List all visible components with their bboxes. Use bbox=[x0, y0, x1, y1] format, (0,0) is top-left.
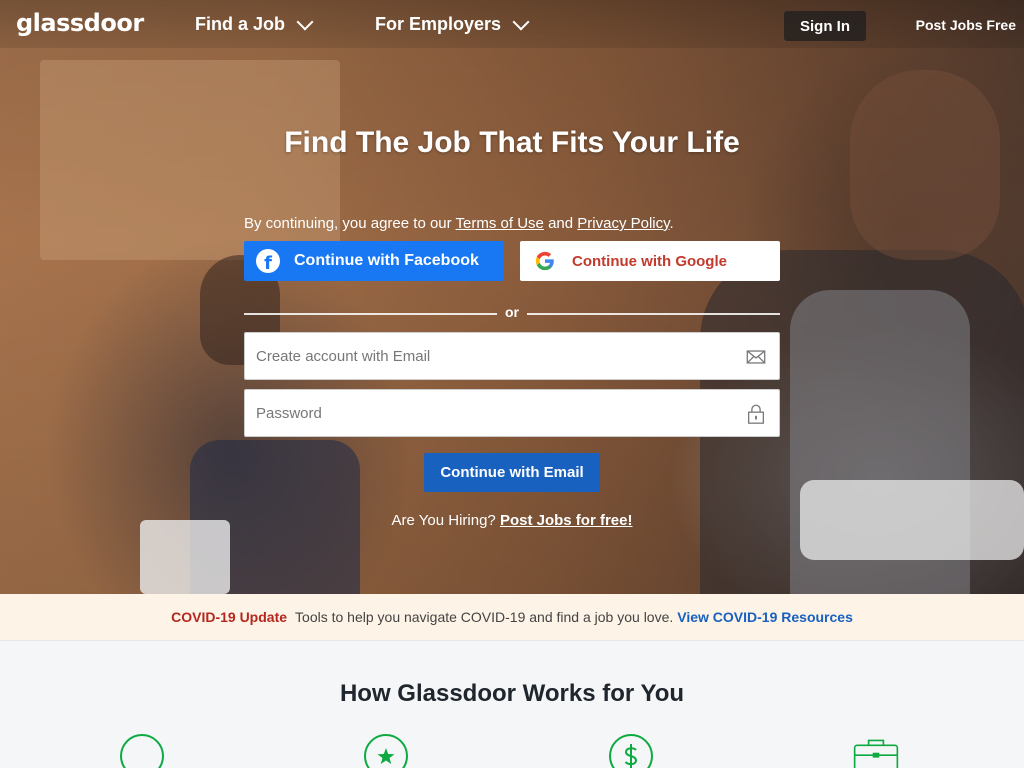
email-field[interactable] bbox=[245, 347, 725, 365]
top-navigation: glassdoor Find a Job For Employers Sign … bbox=[0, 0, 1024, 48]
terms-of-use-link[interactable]: Terms of Use bbox=[456, 215, 544, 232]
nav-for-employers[interactable]: For Employers bbox=[375, 13, 530, 35]
divider-line-right bbox=[527, 313, 780, 315]
password-field-container bbox=[244, 389, 780, 437]
dollar-icon bbox=[609, 734, 653, 768]
or-divider: or bbox=[244, 303, 780, 323]
or-label: or bbox=[505, 304, 519, 320]
continue-with-email-button[interactable]: Continue with Email bbox=[424, 453, 600, 492]
privacy-policy-link[interactable]: Privacy Policy bbox=[577, 215, 669, 232]
nav-find-a-job-label: Find a Job bbox=[195, 14, 285, 34]
background-head-right bbox=[850, 70, 1000, 260]
email-field-container bbox=[244, 332, 780, 380]
covid-resources-link[interactable]: View COVID-19 Resources bbox=[677, 609, 853, 625]
terms-and: and bbox=[548, 215, 574, 232]
background-device bbox=[140, 520, 230, 594]
sign-in-button[interactable]: Sign In bbox=[784, 11, 866, 41]
continue-with-facebook-button[interactable]: f Continue with Facebook bbox=[244, 241, 504, 281]
facebook-icon: f bbox=[256, 249, 280, 273]
hiring-text: Are You Hiring? bbox=[391, 512, 496, 529]
star-icon bbox=[364, 734, 408, 768]
terms-prefix: By continuing, you agree to our bbox=[244, 215, 452, 232]
briefcase-icon bbox=[853, 739, 899, 768]
continue-with-google-button[interactable]: Continue with Google bbox=[520, 241, 780, 281]
password-field[interactable] bbox=[245, 404, 725, 422]
nav-find-a-job[interactable]: Find a Job bbox=[195, 13, 314, 35]
covid-text: Tools to help you navigate COVID-19 and … bbox=[295, 609, 674, 625]
chevron-down-icon bbox=[512, 13, 530, 30]
covid-banner: COVID-19 Update Tools to help you naviga… bbox=[0, 594, 1024, 641]
google-icon bbox=[535, 251, 554, 271]
lock-icon bbox=[748, 404, 764, 424]
section-title: How Glassdoor Works for You bbox=[339, 680, 685, 707]
chevron-down-icon bbox=[296, 13, 314, 30]
covid-tag: COVID-19 Update bbox=[171, 609, 288, 625]
circle-icon bbox=[120, 734, 164, 768]
post-jobs-for-free-link[interactable]: Post Jobs for free! bbox=[500, 512, 633, 529]
hero-background bbox=[0, 0, 1024, 594]
google-button-label: Continue with Google bbox=[572, 252, 727, 270]
post-jobs-free-link[interactable]: Post Jobs Free bbox=[916, 17, 1016, 33]
envelope-icon bbox=[746, 350, 766, 364]
terms-suffix: . bbox=[669, 215, 674, 232]
nav-for-employers-label: For Employers bbox=[375, 14, 502, 34]
page-title: Find The Job That Fits Your Life bbox=[284, 126, 740, 159]
glassdoor-logo[interactable]: glassdoor bbox=[16, 9, 144, 37]
facebook-button-label: Continue with Facebook bbox=[294, 252, 479, 269]
terms-notice: By continuing, you agree to our Terms of… bbox=[244, 215, 674, 232]
hiring-prompt: Are You Hiring? Post Jobs for free! bbox=[0, 512, 1024, 529]
